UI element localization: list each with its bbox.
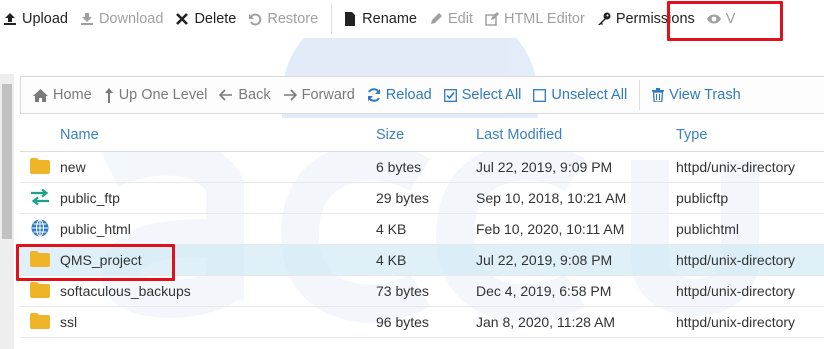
file-icon [342,11,358,27]
row-size: 29 bytes [376,190,429,206]
checkbox-empty-icon [533,88,547,102]
row-type: httpd/unix-directory [676,252,796,268]
permissions-label: Permissions [615,11,695,27]
key-icon [596,11,612,27]
reload-label: Reload [385,87,432,103]
row-last-modified: Sep 10, 2018, 10:21 AM [476,190,627,206]
view-trash-button[interactable]: View Trash [640,87,741,103]
table-header: Name Size Last Modified Type [20,118,824,152]
table-row[interactable]: public_html 4 KB Feb 10, 2020, 10:11 AM … [20,214,824,245]
reload-button[interactable]: Reload [355,87,432,103]
up-one-level-button[interactable]: Up One Level [92,87,208,103]
row-last-modified: Jul 22, 2019, 9:09 PM [476,159,613,175]
ftp-arrows-icon [30,188,50,208]
download-label: Download [98,11,164,27]
row-last-modified: Dec 4, 2019, 6:58 PM [476,283,612,299]
rename-label: Rename [362,11,417,27]
forward-button[interactable]: Forward [271,87,355,103]
trash-icon [652,88,665,102]
row-name: public_html [60,221,131,237]
edit-label: Edit [447,11,473,27]
table-row[interactable]: QMS_project 4 KB Jul 22, 2019, 9:08 PM h… [20,245,824,276]
row-last-modified: Jan 8, 2020, 11:28 AM [476,314,616,330]
upload-label: Upload [22,11,68,27]
download-icon [79,11,95,27]
unselect-all-label: Unselect All [551,87,628,103]
toolbar-divider [331,4,333,34]
home-button[interactable]: Home [21,87,92,103]
unselect-all-button[interactable]: Unselect All [521,87,627,103]
folder-icon [30,157,50,177]
edit-button[interactable]: Edit [426,0,482,38]
back-button[interactable]: Back [207,87,271,103]
column-header-type[interactable]: Type [676,127,824,143]
row-type: httpd/unix-directory [676,159,796,175]
row-name: ssl [60,314,78,330]
folder-icon [30,312,50,332]
download-button[interactable]: Download [77,0,173,38]
file-manager-toolbar: Upload Download Delete Restore Rename Ed… [0,0,824,38]
row-size: 6 bytes [376,159,422,175]
upload-button[interactable]: Upload [0,0,77,38]
select-all-button[interactable]: Select All [432,87,522,103]
file-table: Name Size Last Modified Type new 6 bytes… [20,118,824,338]
select-all-label: Select All [461,87,522,103]
restore-button[interactable]: Restore [245,0,327,38]
row-name: QMS_project [60,252,142,268]
folder-icon [30,250,50,270]
eye-icon [706,11,722,27]
edit-square-icon [484,11,500,27]
pencil-icon [428,11,444,27]
table-row[interactable]: new 6 bytes Jul 22, 2019, 9:09 PM httpd/… [20,152,824,183]
vertical-scrollbar[interactable] [0,74,14,349]
arrow-left-icon [219,89,233,101]
checkbox-checked-icon [443,88,457,102]
permissions-button[interactable]: Permissions [594,0,704,38]
row-size: 4 KB [376,252,407,268]
row-name: new [60,159,86,175]
table-row[interactable]: softaculous_backups 73 bytes Dec 4, 2019… [20,276,824,307]
up-one-level-label: Up One Level [118,87,208,103]
close-icon [174,11,190,27]
view-trash-label: View Trash [669,87,741,103]
undo-icon [247,11,263,27]
delete-label: Delete [194,11,237,27]
column-header-size[interactable]: Size [376,127,476,143]
view-label: V [725,11,736,27]
row-type: publicftp [676,190,729,206]
home-label: Home [53,87,92,103]
table-row[interactable]: public_ftp 29 bytes Sep 10, 2018, 10:21 … [20,183,824,214]
row-name: public_ftp [60,190,120,206]
level-up-icon [104,87,114,103]
html-editor-button[interactable]: HTML Editor [482,0,594,38]
column-header-name[interactable]: Name [60,127,376,143]
rename-button[interactable]: Rename [340,0,426,38]
row-last-modified: Jul 22, 2019, 9:08 PM [476,252,613,268]
view-button[interactable]: V [704,0,745,38]
row-name: softaculous_backups [60,283,191,299]
delete-button[interactable]: Delete [172,0,245,38]
globe-icon [31,219,49,240]
html-editor-label: HTML Editor [503,11,585,27]
row-type: httpd/unix-directory [676,314,796,330]
home-icon [33,88,48,102]
scrollbar-thumb[interactable] [2,84,12,239]
row-size: 73 bytes [376,283,429,299]
forward-label: Forward [301,87,355,103]
restore-label: Restore [267,11,319,27]
row-size: 96 bytes [376,314,429,330]
folder-icon [30,281,50,301]
row-last-modified: Feb 10, 2020, 10:11 AM [476,221,625,237]
row-type: httpd/unix-directory [676,283,796,299]
row-type: publichtml [676,221,740,237]
table-row[interactable]: ssl 96 bytes Jan 8, 2020, 11:28 AM httpd… [20,307,824,338]
row-size: 4 KB [376,221,407,237]
refresh-icon [367,88,381,102]
arrow-right-icon [283,89,297,101]
back-label: Back [238,87,271,103]
upload-icon [2,11,18,27]
column-header-last-modified[interactable]: Last Modified [476,127,676,143]
navigation-bar: Home Up One Level Back Forward Reload Se… [20,76,824,114]
